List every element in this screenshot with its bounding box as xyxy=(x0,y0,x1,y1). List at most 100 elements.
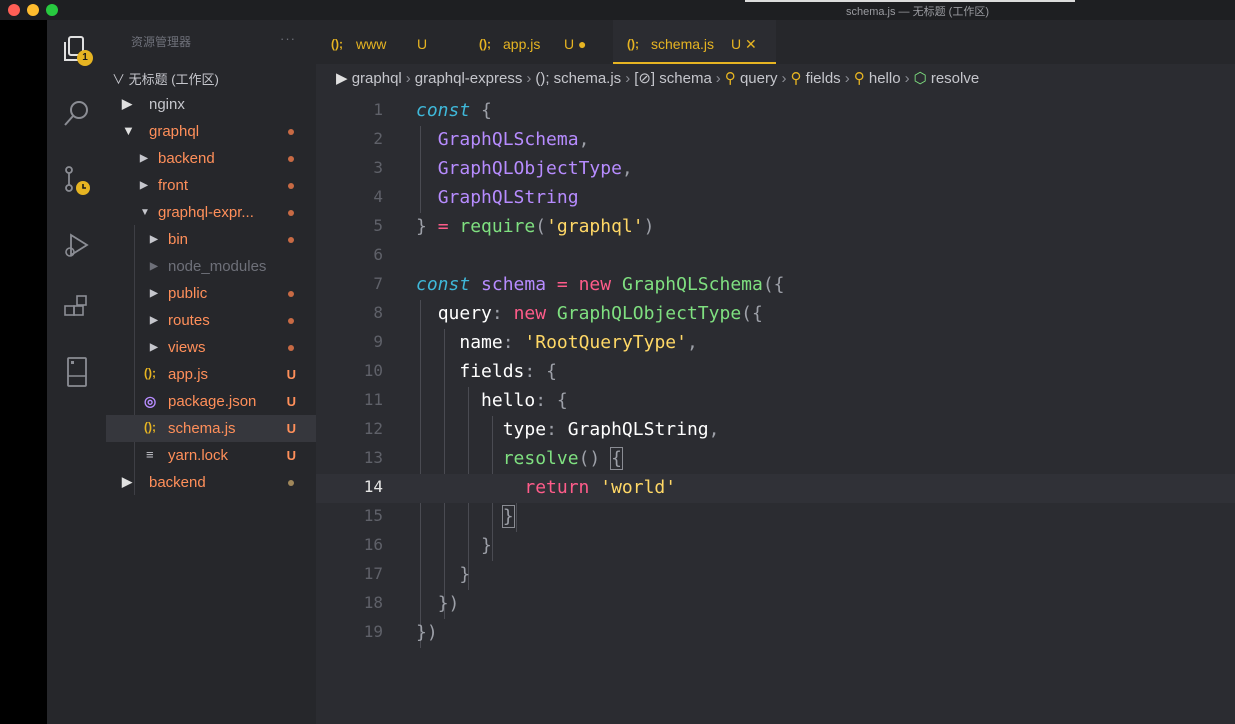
modified-dot xyxy=(288,345,294,351)
tree-item-graphql-express[interactable]: ▼ graphql-expr... xyxy=(106,199,316,226)
breadcrumb-item[interactable]: (); schema.js xyxy=(535,70,621,87)
tree-item-routes[interactable]: ▶ routes xyxy=(106,307,316,334)
tree-item-schema-js[interactable]: (); schema.js U xyxy=(106,415,316,442)
debug-icon[interactable] xyxy=(57,225,97,265)
code-line: 10 fields: { xyxy=(363,361,557,382)
modified-dot xyxy=(288,291,294,297)
code-line: 16 } xyxy=(363,535,492,556)
title-underline xyxy=(745,0,1075,2)
breadcrumb: ▶ graphql › graphql-express › (); schema.js ›… xyxy=(336,70,980,87)
files-icon[interactable]: 1 xyxy=(57,30,97,70)
code-line: 1 const { xyxy=(373,100,492,121)
extensions-icon[interactable] xyxy=(57,288,97,328)
js-file-icon: (); xyxy=(479,37,491,51)
tab-close-button[interactable]: U ✕ xyxy=(731,36,757,53)
breadcrumb-item[interactable]: fields xyxy=(806,70,841,87)
wrench-icon: ⚲ xyxy=(790,70,802,87)
modified-dot xyxy=(288,210,294,216)
wrench-icon: ⚲ xyxy=(724,70,736,87)
tree-item-public[interactable]: ▶ public xyxy=(106,280,316,307)
chevron-right-icon: ▶ xyxy=(140,180,148,191)
tree-item-yarn-lock[interactable]: ≡ yarn.lock U xyxy=(106,442,316,469)
search-icon[interactable] xyxy=(57,94,97,134)
tree-item-package-json[interactable]: ◎ package.json U xyxy=(106,388,316,415)
modified-dot xyxy=(288,183,294,189)
chevron-right-icon: ▶ xyxy=(140,153,148,164)
js-file-icon: (); xyxy=(144,366,156,380)
tree-item-bin[interactable]: ▶ bin xyxy=(106,226,316,253)
chevron-right-icon: ▶ xyxy=(150,342,158,353)
js-file-icon: (); xyxy=(331,37,343,51)
breadcrumb-item[interactable]: query xyxy=(740,70,778,87)
code-line: 8 query: new GraphQLObjectType({ xyxy=(373,303,763,324)
code-line: 3 GraphQLObjectType, xyxy=(373,158,633,179)
more-actions-button[interactable]: ··· xyxy=(280,31,296,46)
breadcrumb-item[interactable]: graphql-express xyxy=(415,70,523,87)
explorer-header: 资源管理器 xyxy=(131,35,192,49)
tree-item-backend[interactable]: ▶ backend xyxy=(106,145,316,172)
workspace-title[interactable]: ∨ 无标题 (工作区) xyxy=(112,69,219,88)
source-control-icon[interactable] xyxy=(57,160,97,200)
tree-item-backend-root[interactable]: ▶ backend xyxy=(106,469,316,496)
code-line: 13 resolve() { xyxy=(363,447,623,470)
explorer-badge: 1 xyxy=(77,50,93,66)
remote-explorer-icon[interactable] xyxy=(57,352,97,392)
title-bar: schema.js — 无标题 (工作区) xyxy=(0,0,1235,20)
tab-app-js[interactable]: (); app.js U ● xyxy=(466,20,611,64)
tab-schema-js[interactable]: (); schema.js U ✕ xyxy=(613,20,776,64)
editor-area: (); www U (); app.js U ● (); schema.js U… xyxy=(316,20,1235,724)
breadcrumb-item[interactable]: graphql xyxy=(352,70,402,87)
code-line: 17 } xyxy=(363,564,471,585)
modified-dot xyxy=(288,480,294,486)
code-line: 6 xyxy=(373,245,383,264)
untracked-status: U xyxy=(286,367,296,382)
chevron-right-icon: ▶ xyxy=(150,234,158,245)
tree-item-app-js[interactable]: (); app.js U xyxy=(106,361,316,388)
code-line: 2 GraphQLSchema, xyxy=(373,129,590,150)
code-line: 4 GraphQLString xyxy=(373,187,579,208)
code-line: 19}) xyxy=(363,622,438,643)
code-line: 11 hello: { xyxy=(363,390,568,411)
tab-www[interactable]: (); www U xyxy=(316,20,446,64)
folder-circle-icon: ▶ xyxy=(122,474,132,489)
js-file-icon: (); xyxy=(144,420,156,434)
modified-dot xyxy=(288,156,294,162)
tree-item-graphql[interactable]: ▼ graphql xyxy=(106,118,316,145)
untracked-status: U xyxy=(286,394,296,409)
code-line: 12 type: GraphQLString, xyxy=(363,419,720,440)
window-title: schema.js — 无标题 (工作区) xyxy=(845,6,989,18)
code-line: 5} = require('graphql') xyxy=(373,216,655,237)
wrench-icon: ⚲ xyxy=(853,70,865,87)
chevron-right-icon: ▶ xyxy=(150,288,158,299)
activity-bar: 1 xyxy=(47,20,106,724)
method-cube-icon: ⬡ xyxy=(913,70,927,87)
folder-open-icon: ▼ xyxy=(122,123,135,138)
modified-dot xyxy=(288,129,294,135)
code-line: 18 }) xyxy=(363,593,460,614)
code-line: 15 } xyxy=(363,505,515,528)
breadcrumb-item[interactable]: hello xyxy=(869,70,901,87)
active-tab-indicator xyxy=(613,62,776,64)
chevron-down-icon: ▼ xyxy=(140,207,150,218)
json-file-icon: ◎ xyxy=(144,393,157,409)
untracked-status: U xyxy=(286,421,296,436)
chevron-right-icon: ▶ xyxy=(150,261,158,272)
tree-item-nginx[interactable]: ▶ nginx xyxy=(106,91,316,118)
breadcrumb-item[interactable]: resolve xyxy=(931,70,979,87)
folder-circle-icon: ▶ xyxy=(336,70,348,87)
code-line: 9 name: 'RootQueryType', xyxy=(373,332,698,353)
code-line-current: 14 return 'world' xyxy=(316,474,1235,503)
js-file-icon: (); xyxy=(627,37,639,51)
folder-circle-icon: ▶ xyxy=(122,96,132,111)
breadcrumb-item[interactable]: [⊘] schema xyxy=(634,70,712,87)
chevron-right-icon: ▶ xyxy=(150,315,158,326)
tree-item-node-modules[interactable]: ▶ node_modules xyxy=(106,253,316,280)
tree-item-front[interactable]: ▶ front xyxy=(106,172,316,199)
modified-dot xyxy=(288,318,294,324)
code-line: 7 const schema = new GraphQLSchema({ xyxy=(373,274,785,295)
explorer-sidebar: 资源管理器 ··· ∨ 无标题 (工作区) ▶ nginx ▼ graphql … xyxy=(106,20,316,724)
tree-item-views[interactable]: ▶ views xyxy=(106,334,316,361)
tab-status: U ● xyxy=(564,36,587,52)
modified-dot xyxy=(288,237,294,243)
tab-status: U xyxy=(417,36,428,52)
